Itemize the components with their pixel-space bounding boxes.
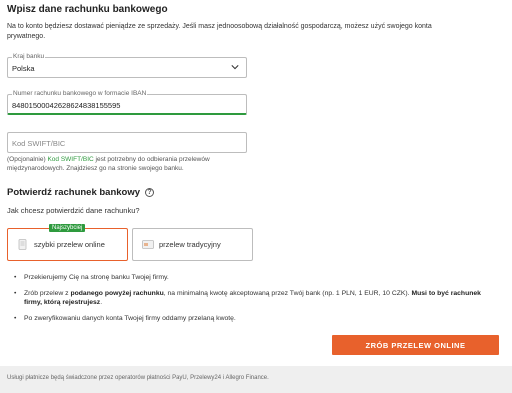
option-fast-transfer[interactable]: szybki przelew online: [7, 228, 128, 261]
bullet-2-text-c: .: [100, 299, 103, 306]
option-traditional-label: przelew tradycyjny: [159, 240, 221, 249]
iban-label: Numer rachunku bankowego w formacie IBAN: [12, 90, 148, 97]
footer: Usługi płatnicze będą świadczone przez o…: [0, 366, 512, 393]
country-value: Polska: [12, 64, 35, 73]
card-transfer-icon: [142, 240, 154, 249]
transfer-online-button[interactable]: ZRÓB PRZELEW ONLINE: [332, 335, 499, 355]
swift-help-link[interactable]: Kod SWIFT/BIC: [47, 156, 93, 163]
list-item: Przekierujemy Cię na stronę banku Twojej…: [14, 273, 494, 282]
country-label: Kraj banku: [12, 53, 46, 60]
help-icon[interactable]: ?: [145, 188, 155, 197]
chevron-down-icon: [231, 65, 239, 70]
confirm-heading-text: Potwierdź rachunek bankowy: [7, 187, 141, 198]
swift-placeholder: Kod SWIFT/BIC: [12, 139, 66, 148]
bullet-3-text: Po zweryfikowaniu danych konta Twojej fi…: [24, 315, 236, 322]
instructions-list: Przekierujemy Cię na stronę banku Twojej…: [14, 273, 494, 330]
option-fast-label: szybki przelew online: [34, 240, 105, 249]
phone-transfer-icon: [18, 239, 27, 250]
footer-text: Usługi płatnicze będą świadczone przez o…: [7, 375, 269, 381]
confirm-heading: Potwierdź rachunek bankowy ?: [7, 187, 155, 198]
bullet-2-bold-a: podanego powyżej rachunku: [70, 290, 164, 297]
option-traditional-transfer[interactable]: przelew tradycyjny: [132, 228, 253, 261]
swift-help-text: (Opcjonalnie) Kod SWIFT/BIC jest potrzeb…: [7, 155, 237, 173]
swift-help-prefix: (Opcjonalnie): [7, 156, 48, 163]
iban-value: 84801500042628624838155595: [12, 101, 121, 110]
bullet-1-text: Przekierujemy Cię na stronę banku Twojej…: [24, 274, 169, 281]
bullet-2-text-a: Zrób przelew z: [24, 290, 71, 297]
section-heading: Wpisz dane rachunku bankowego: [7, 4, 168, 15]
list-item: Zrób przelew z podanego powyżej rachunku…: [14, 289, 494, 307]
iban-input[interactable]: Numer rachunku bankowego w formacie IBAN…: [7, 90, 247, 115]
intro-text: Na to konto będziesz dostawać pieniądze …: [7, 23, 432, 40]
country-select[interactable]: Kraj banku Polska: [7, 53, 247, 78]
bullet-2-text-b: , na minimalną kwotę akceptowaną przez T…: [163, 290, 412, 297]
fastest-badge: Najszybciej: [49, 224, 86, 232]
swift-input[interactable]: Kod SWIFT/BIC: [7, 132, 247, 153]
confirm-question: Jak chcesz potwierdzić dane rachunku?: [7, 206, 140, 215]
list-item: Po zweryfikowaniu danych konta Twojej fi…: [14, 314, 494, 323]
